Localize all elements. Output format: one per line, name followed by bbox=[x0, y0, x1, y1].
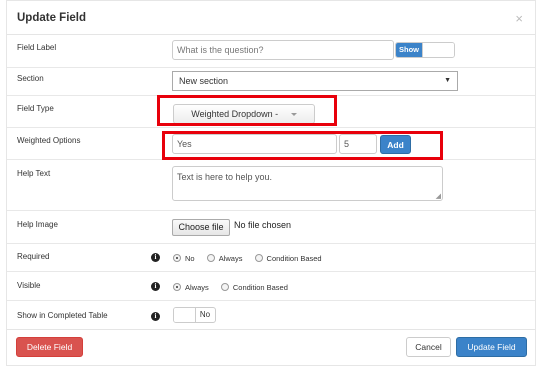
update-field-modal: Update Field × Field Label Show Section … bbox=[6, 0, 536, 366]
close-icon[interactable]: × bbox=[515, 11, 523, 26]
radio-circle bbox=[206, 254, 215, 263]
required-radio-group: No Always Condition Based bbox=[173, 253, 332, 263]
field-type-dropdown[interactable]: Weighted Dropdown - bbox=[173, 104, 315, 124]
chevron-down-icon: ▼ bbox=[444, 77, 451, 84]
required-radio-no[interactable]: No bbox=[173, 253, 205, 263]
help-text-label: Help Text bbox=[17, 169, 51, 178]
section-row: Section New section ▼ bbox=[7, 68, 535, 96]
radio-circle bbox=[254, 254, 263, 263]
modal-title: Update Field bbox=[17, 12, 87, 24]
field-label-input[interactable] bbox=[172, 40, 394, 60]
show-in-completed-table-label: Show in Completed Table bbox=[17, 311, 108, 320]
add-option-button[interactable]: Add bbox=[380, 135, 411, 154]
radio-label: Condition Based bbox=[232, 282, 288, 292]
modal-header: Update Field × bbox=[7, 1, 535, 35]
field-type-row: Field Type Weighted Dropdown - bbox=[7, 95, 535, 128]
show-in-completed-table-row: Show in Completed Table i No bbox=[7, 301, 535, 331]
choose-file-button[interactable]: Choose file bbox=[172, 219, 230, 236]
visible-radio-always[interactable]: Always bbox=[173, 282, 219, 292]
radio-label: Always bbox=[185, 282, 209, 292]
field-label-show-toggle[interactable]: Show bbox=[395, 42, 455, 58]
field-type-label: Field Type bbox=[17, 104, 54, 113]
resize-handle-icon[interactable]: ◢ bbox=[436, 192, 441, 200]
help-text-textarea[interactable]: Text is here to help you. ◢ bbox=[172, 166, 443, 201]
field-label-label: Field Label bbox=[17, 43, 57, 52]
modal-footer: Delete Field Cancel Update Field bbox=[7, 329, 535, 365]
chevron-down-icon bbox=[290, 113, 297, 117]
toggle-handle bbox=[174, 308, 196, 322]
update-field-button[interactable]: Update Field bbox=[456, 337, 527, 357]
show-in-completed-table-toggle[interactable]: No bbox=[173, 307, 216, 323]
toggle-handle bbox=[422, 43, 454, 57]
required-row: Required i No Always Condition Based bbox=[7, 244, 535, 272]
radio-label: Always bbox=[218, 253, 243, 263]
required-label: Required bbox=[17, 252, 50, 261]
info-icon[interactable]: i bbox=[151, 282, 160, 291]
radio-label: Condition Based bbox=[266, 253, 322, 263]
visible-radio-group: Always Condition Based bbox=[173, 282, 298, 292]
file-status-text: No file chosen bbox=[234, 220, 292, 230]
weighted-options-label: Weighted Options bbox=[17, 136, 81, 145]
info-icon[interactable]: i bbox=[151, 253, 160, 262]
field-type-selected-value: Weighted Dropdown - bbox=[191, 109, 279, 119]
radio-circle bbox=[173, 283, 181, 292]
help-text-value: Text is here to help you. bbox=[177, 172, 273, 182]
visible-row: Visible i Always Condition Based bbox=[7, 272, 535, 301]
help-image-label: Help Image bbox=[17, 220, 58, 229]
delete-field-button[interactable]: Delete Field bbox=[16, 337, 83, 357]
section-select[interactable]: New section ▼ bbox=[172, 71, 458, 91]
help-image-row: Help Image Choose file No file chosen bbox=[7, 211, 535, 244]
weighted-option-weight-input[interactable] bbox=[339, 134, 377, 154]
required-radio-condition-based[interactable]: Condition Based bbox=[254, 253, 332, 263]
toggle-no-label: No bbox=[199, 310, 211, 319]
radio-circle bbox=[220, 283, 229, 292]
cancel-button[interactable]: Cancel bbox=[406, 337, 451, 357]
radio-circle bbox=[173, 254, 181, 263]
visible-radio-condition-based[interactable]: Condition Based bbox=[220, 282, 298, 292]
help-text-row: Help Text Text is here to help you. ◢ bbox=[7, 160, 535, 211]
section-label: Section bbox=[17, 74, 44, 83]
weighted-options-row: Weighted Options Add bbox=[7, 128, 535, 160]
radio-label: No bbox=[185, 253, 195, 263]
visible-label: Visible bbox=[17, 281, 41, 290]
required-radio-always[interactable]: Always bbox=[206, 253, 253, 263]
field-label-row: Field Label Show bbox=[7, 35, 535, 68]
info-icon[interactable]: i bbox=[151, 312, 160, 321]
toggle-show-label: Show bbox=[396, 43, 422, 57]
weighted-option-value-input[interactable] bbox=[172, 134, 337, 154]
section-selected-value: New section bbox=[179, 76, 229, 86]
